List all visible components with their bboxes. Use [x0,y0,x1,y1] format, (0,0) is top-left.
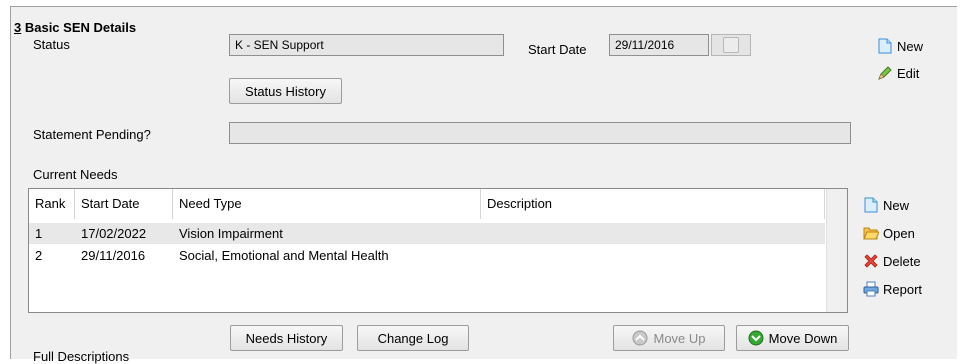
status-history-button[interactable]: Status History [229,78,342,104]
table-row[interactable]: 1 17/02/2022 Vision Impairment [29,223,825,244]
needs-open-action[interactable]: Open [863,225,915,241]
move-up-label: Move Up [653,330,706,346]
current-needs-table[interactable]: Rank Start Date Need Type Description 1 … [28,188,848,313]
calendar-icon [723,37,739,53]
needs-new-label: New [883,197,910,213]
sen-details-panel: 3 Basic SEN Details Status K - SEN Suppo… [10,6,957,364]
column-header-start-date[interactable]: Start Date [75,189,173,219]
new-document-icon [863,197,879,213]
column-header-description[interactable]: Description [481,189,825,219]
cell-need-type: Social, Emotional and Mental Health [179,248,389,263]
change-log-button[interactable]: Change Log [357,325,469,351]
start-date-field[interactable]: 29/11/2016 [609,34,709,56]
needs-report-label: Report [883,281,923,297]
section-heading: 3 Basic SEN Details [14,20,136,35]
table-scrollbar[interactable] [826,189,847,312]
new-document-icon [877,38,893,54]
needs-report-action[interactable]: Report [863,281,922,297]
cell-start-date: 17/02/2022 [81,226,147,241]
status-label: Status [33,37,70,52]
printer-icon [863,281,879,297]
section-title: Basic SEN Details [21,20,137,35]
needs-open-label: Open [883,225,915,241]
cell-rank: 2 [35,248,43,263]
needs-new-action[interactable]: New [863,197,909,213]
new-action[interactable]: New [877,38,923,54]
cell-need-type: Vision Impairment [179,226,283,241]
new-label: New [897,38,924,54]
start-date-label: Start Date [528,42,587,57]
calendar-button[interactable] [711,34,751,56]
column-header-need-type[interactable]: Need Type [173,189,481,219]
move-up-button[interactable]: Move Up [613,325,725,351]
table-row[interactable]: 2 29/11/2016 Social, Emotional and Menta… [29,245,825,266]
move-down-button[interactable]: Move Down [736,325,849,351]
current-needs-label: Current Needs [33,167,118,182]
folder-open-icon [863,225,880,241]
arrow-up-circle-icon [632,330,648,346]
cell-rank: 1 [35,226,43,241]
statement-pending-field[interactable] [229,122,851,144]
edit-action[interactable]: Edit [877,65,919,81]
cell-start-date: 29/11/2016 [81,248,146,263]
delete-x-icon [863,253,879,269]
statement-pending-label: Statement Pending? [33,127,151,142]
arrow-down-circle-icon [748,330,764,346]
table-header: Rank Start Date Need Type Description [29,189,825,219]
needs-delete-action[interactable]: Delete [863,253,921,269]
needs-history-button[interactable]: Needs History [230,325,343,351]
needs-delete-label: Delete [883,253,921,269]
status-field[interactable]: K - SEN Support [229,34,504,56]
column-header-rank[interactable]: Rank [29,189,75,219]
full-descriptions-label: Full Descriptions [33,349,130,364]
pencil-icon [877,65,893,81]
move-down-label: Move Down [768,330,838,346]
edit-label: Edit [897,65,920,81]
